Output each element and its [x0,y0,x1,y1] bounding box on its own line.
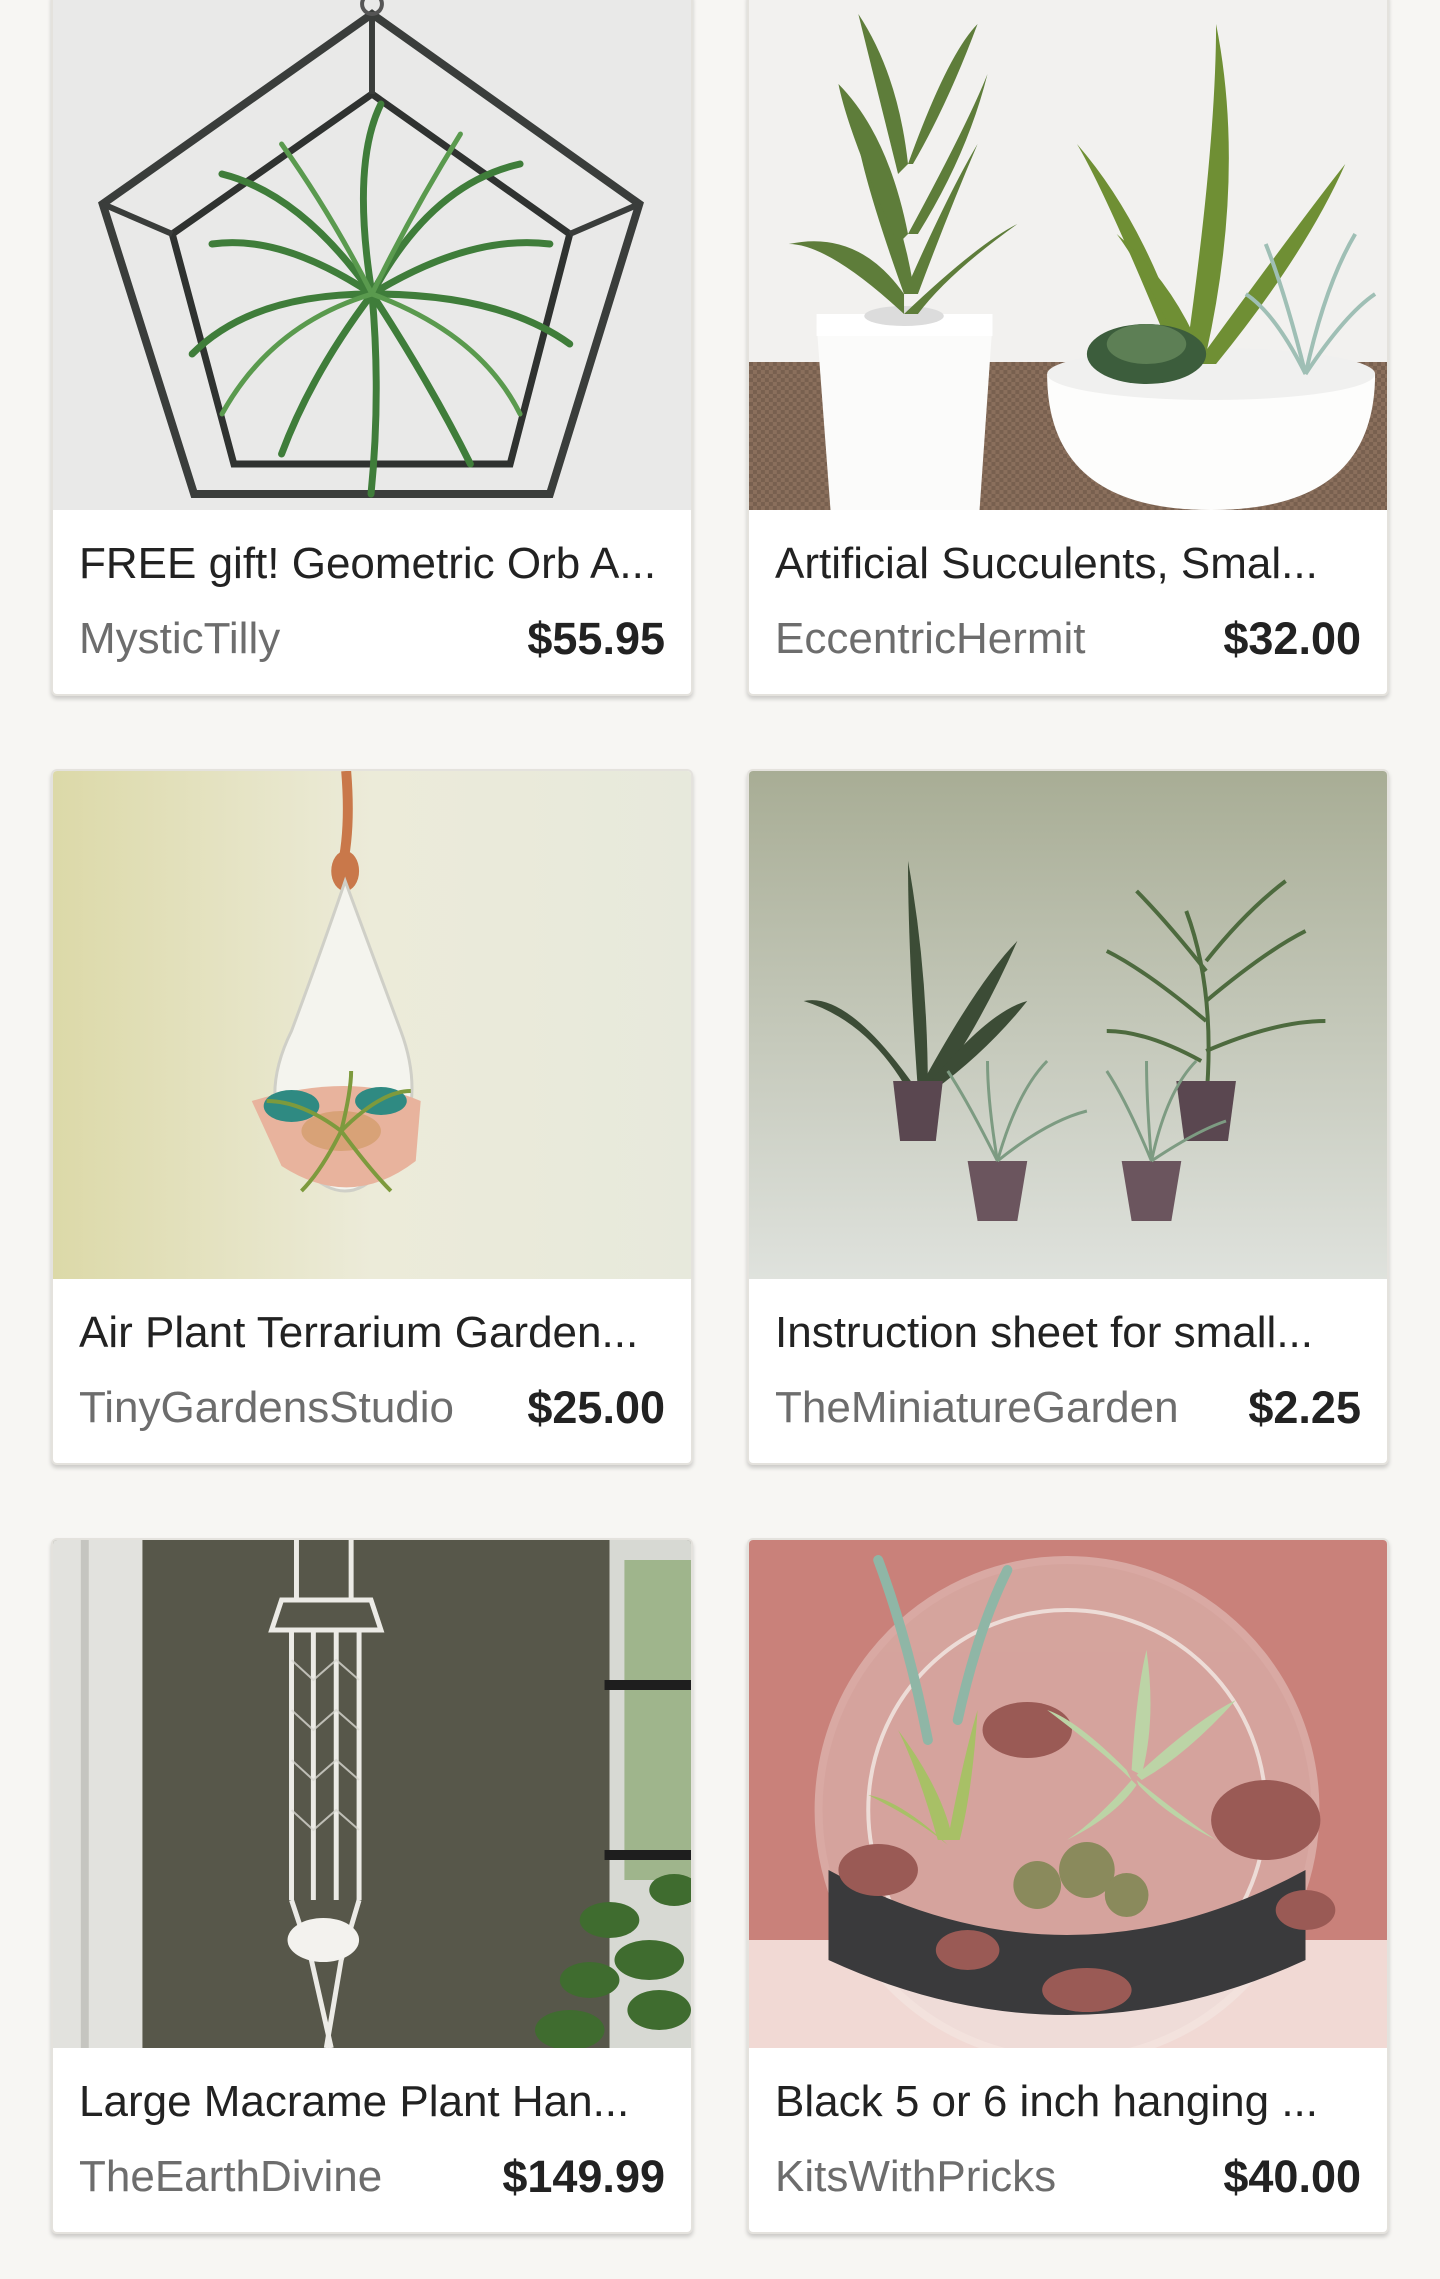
listing-price: $2.25 [1248,1382,1361,1433]
listing-info: FREE gift! Geometric Orb A... MysticTill… [53,510,691,666]
listing-card[interactable]: Air Plant Terrarium Garden... TinyGarden… [51,769,693,1465]
listing-image[interactable] [53,771,691,1279]
listing-title[interactable]: Instruction sheet for small... [775,1305,1361,1361]
listing-meta: EccentricHermit $32.00 [775,612,1361,666]
listing-price: $55.95 [527,613,665,664]
shop-name[interactable]: TheEarthDivine [79,2150,486,2204]
listing-card[interactable]: Instruction sheet for small... TheMiniat… [747,769,1389,1465]
listing-meta: TheEarthDivine $149.99 [79,2150,665,2204]
listing-info: Black 5 or 6 inch hanging ... KitsWithPr… [749,2048,1387,2204]
listing-title[interactable]: Air Plant Terrarium Garden... [79,1305,665,1361]
listing-info: Large Macrame Plant Han... TheEarthDivin… [53,2048,691,2204]
shop-name[interactable]: EccentricHermit [775,612,1207,666]
listing-info: Air Plant Terrarium Garden... TinyGarden… [53,1279,691,1435]
listing-title[interactable]: Artificial Succulents, Smal... [775,536,1361,592]
listing-meta: TinyGardensStudio $25.00 [79,1381,665,1435]
shop-name[interactable]: TheMiniatureGarden [775,1381,1232,1435]
listing-info: Instruction sheet for small... TheMiniat… [749,1279,1387,1435]
listing-card[interactable]: Large Macrame Plant Han... TheEarthDivin… [51,1538,693,2234]
listing-title[interactable]: Black 5 or 6 inch hanging ... [775,2074,1361,2130]
listing-meta: KitsWithPricks $40.00 [775,2150,1361,2204]
listing-image[interactable] [53,0,691,510]
shop-name[interactable]: KitsWithPricks [775,2150,1207,2204]
listing-meta: TheMiniatureGarden $2.25 [775,1381,1361,1435]
shop-name[interactable]: MysticTilly [79,612,511,666]
listing-image[interactable] [53,1540,691,2048]
listing-price: $25.00 [527,1382,665,1433]
listing-card[interactable]: Artificial Succulents, Smal... Eccentric… [747,0,1389,696]
listing-image[interactable] [749,1540,1387,2048]
shop-name[interactable]: TinyGardensStudio [79,1381,511,1435]
listing-price: $149.99 [502,2151,665,2202]
listing-image[interactable] [749,771,1387,1279]
listing-price: $32.00 [1223,613,1361,664]
listing-image[interactable] [749,0,1387,510]
listing-meta: MysticTilly $55.95 [79,612,665,666]
listing-info: Artificial Succulents, Smal... Eccentric… [749,510,1387,666]
listing-card[interactable]: Black 5 or 6 inch hanging ... KitsWithPr… [747,1538,1389,2234]
listing-grid: FREE gift! Geometric Orb A... MysticTill… [51,0,1391,2234]
listing-title[interactable]: FREE gift! Geometric Orb A... [79,536,665,592]
listing-price: $40.00 [1223,2151,1361,2202]
listing-card[interactable]: FREE gift! Geometric Orb A... MysticTill… [51,0,693,696]
listing-title[interactable]: Large Macrame Plant Han... [79,2074,665,2130]
